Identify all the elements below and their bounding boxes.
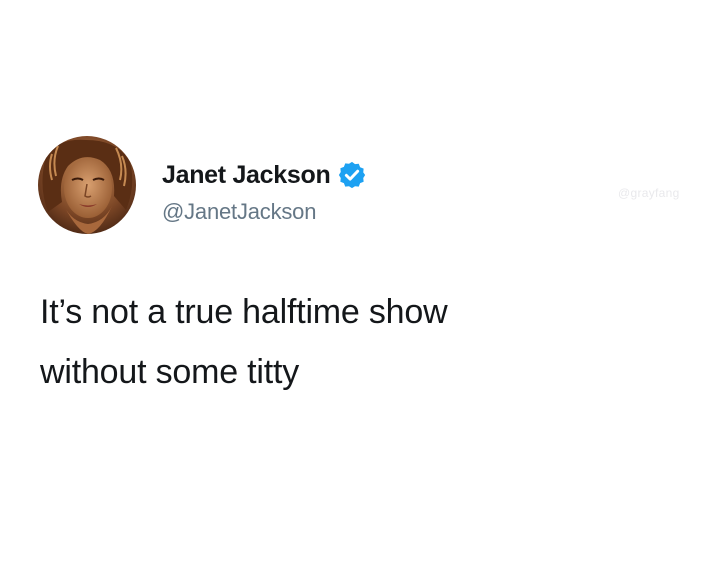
author-name-row: Janet Jackson — [162, 158, 367, 192]
tweet-text: It’s not a true halftime show without so… — [40, 282, 680, 402]
avatar[interactable] — [38, 136, 136, 234]
tweet-line: without some titty — [40, 353, 300, 391]
profile-photo-icon — [38, 136, 136, 234]
tweet-line: It’s not a true halftime show — [40, 293, 448, 331]
tweet-card: Janet Jackson @JanetJackson @grayfang It… — [0, 0, 720, 561]
watermark: @grayfang — [618, 186, 680, 200]
display-name[interactable]: Janet Jackson — [162, 158, 331, 192]
author-handle[interactable]: @JanetJackson — [162, 197, 316, 227]
verified-badge-icon — [337, 160, 367, 190]
